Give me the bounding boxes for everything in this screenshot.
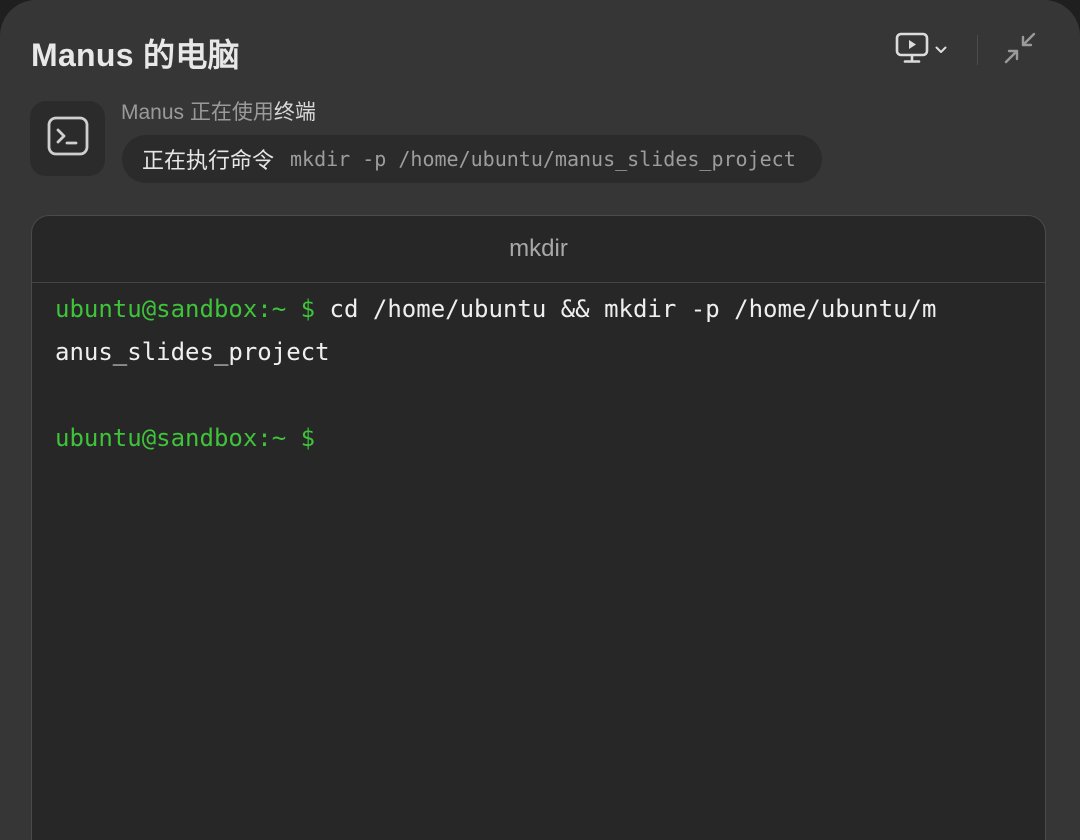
- terminal-icon: [47, 116, 89, 161]
- command-text: mkdir -p /home/ubuntu/manus_slides_proje…: [290, 147, 796, 171]
- terminal-line: ubuntu@sandbox:~ $: [55, 417, 1021, 460]
- terminal-prompt: ubuntu@sandbox:~: [55, 295, 287, 323]
- status-tool: 终端: [273, 101, 316, 124]
- terminal-command-wrap: anus_slides_project: [55, 338, 330, 366]
- monitor-play-icon: [895, 32, 929, 69]
- command-pill: 正在执行命令 mkdir -p /home/ubuntu/manus_slide…: [122, 135, 822, 183]
- terminal-title: mkdir: [32, 216, 1045, 283]
- status-prefix: Manus 正在使用: [121, 101, 274, 124]
- toolbar-divider: [977, 35, 978, 65]
- screen-view-button[interactable]: [895, 30, 947, 70]
- shrink-button[interactable]: [1000, 30, 1040, 70]
- prompt-dollar: $: [300, 424, 316, 452]
- chevron-down-icon: [935, 41, 947, 59]
- tool-icon-box: [30, 101, 105, 176]
- command-label: 正在执行命令: [142, 148, 275, 173]
- prompt-dollar: $: [300, 295, 316, 323]
- shrink-icon: [1003, 31, 1037, 70]
- terminal-output[interactable]: ubuntu@sandbox:~ $ cd /home/ubuntu && mk…: [32, 283, 1045, 460]
- terminal-window[interactable]: mkdir ubuntu@sandbox:~ $ cd /home/ubuntu…: [31, 215, 1046, 840]
- panel-title: Manus 的电脑: [31, 37, 240, 73]
- terminal-command: cd /home/ubuntu && mkdir -p /home/ubuntu…: [329, 295, 937, 323]
- computer-panel: Manus 的电脑 Manus 正在使用终端 正在执行命令 mkdir -p /…: [0, 0, 1080, 840]
- terminal-line: ubuntu@sandbox:~ $ cd /home/ubuntu && mk…: [55, 288, 1021, 331]
- status-line: Manus 正在使用终端: [121, 96, 316, 126]
- panel-actions: [895, 30, 1040, 70]
- terminal-prompt: ubuntu@sandbox:~: [55, 424, 287, 452]
- terminal-line-wrap: anus_slides_project: [55, 331, 1021, 374]
